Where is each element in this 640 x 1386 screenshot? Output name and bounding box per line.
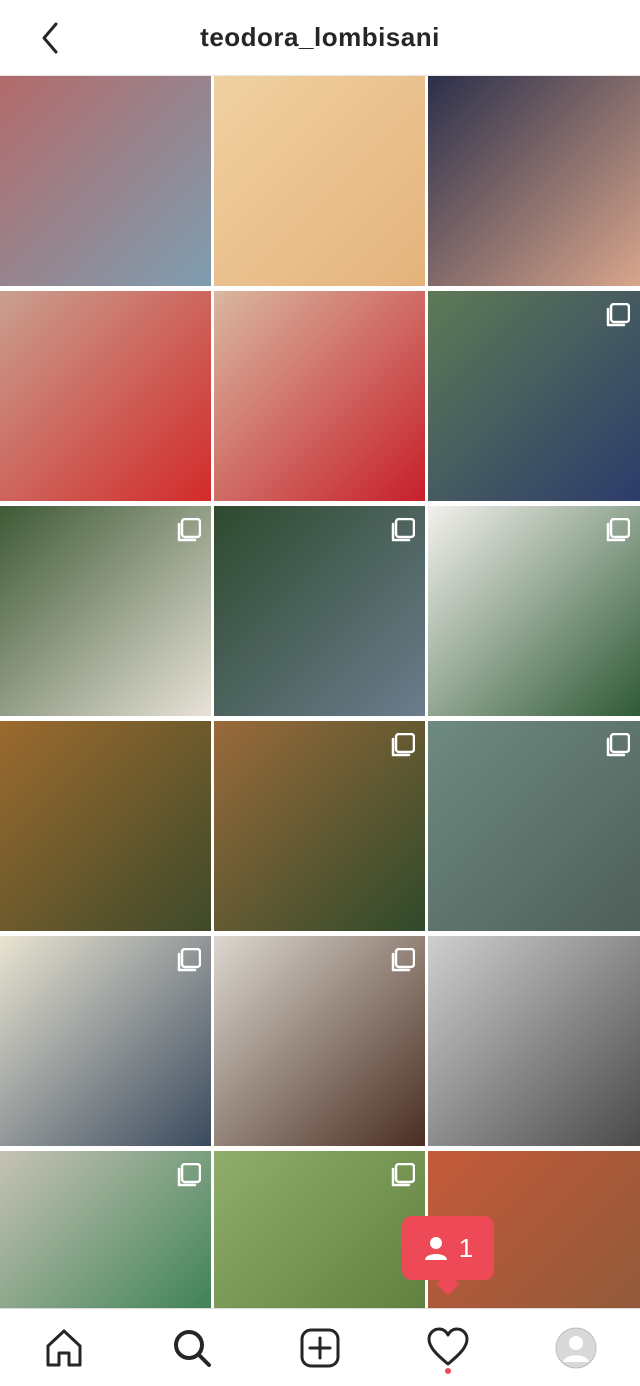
post-thumbnail [0, 721, 211, 931]
multiple-photos-icon [175, 517, 202, 544]
grid-post[interactable] [428, 936, 640, 1146]
nav-activity[interactable] [418, 1318, 478, 1378]
multiple-photos-icon [389, 947, 416, 974]
home-icon [46, 1329, 82, 1366]
multiple-photos-icon [389, 1162, 416, 1189]
activity-heart-icon [427, 1327, 469, 1365]
new-post-icon [300, 1328, 340, 1367]
grid-post[interactable] [214, 506, 425, 716]
top-bar: teodora_lombisani [0, 0, 640, 76]
multiple-photos-icon [175, 947, 202, 974]
person-icon [424, 1237, 447, 1260]
grid-post[interactable] [0, 291, 211, 501]
grid-post[interactable] [428, 76, 640, 286]
grid-post[interactable] [428, 506, 640, 716]
photo-grid [0, 76, 640, 1308]
grid-post[interactable] [214, 76, 425, 286]
multiple-photos-icon [389, 517, 416, 544]
grid-post[interactable] [214, 936, 425, 1146]
multiple-photos-icon [604, 732, 631, 759]
chevron-left-icon [42, 22, 58, 54]
post-thumbnail [214, 76, 425, 286]
grid-post[interactable] [214, 1151, 425, 1308]
grid-post[interactable] [0, 506, 211, 716]
profile-avatar [555, 1327, 597, 1368]
post-thumbnail [214, 291, 425, 501]
grid-post[interactable] [214, 721, 425, 931]
nav-home[interactable] [34, 1318, 94, 1378]
grid-post[interactable] [428, 291, 640, 501]
post-thumbnail [0, 76, 211, 286]
grid-post[interactable] [428, 721, 640, 931]
grid-post[interactable] [0, 76, 211, 286]
grid-post[interactable] [214, 291, 425, 501]
activity-notification[interactable]: 1 [402, 1216, 494, 1296]
multiple-photos-icon [604, 517, 631, 544]
multiple-photos-icon [389, 732, 416, 759]
profile-username: teodora_lombisani [200, 22, 440, 52]
grid-post[interactable] [0, 721, 211, 931]
activity-dot [445, 1367, 451, 1374]
grid-post[interactable] [0, 936, 211, 1146]
notification-badge[interactable]: 1 [402, 1216, 494, 1280]
nav-profile[interactable] [546, 1318, 606, 1378]
multiple-photos-icon [604, 302, 631, 329]
bottom-navigation [0, 1308, 640, 1386]
notification-count: 1 [458, 1232, 474, 1263]
post-thumbnail [428, 76, 640, 286]
nav-new-post[interactable] [290, 1318, 350, 1378]
nav-search[interactable] [162, 1318, 222, 1378]
back-button[interactable] [30, 18, 70, 58]
post-thumbnail [0, 291, 211, 501]
post-thumbnail [428, 936, 640, 1146]
multiple-photos-icon [175, 1162, 202, 1189]
search-icon [174, 1329, 211, 1367]
grid-post[interactable] [0, 1151, 211, 1308]
